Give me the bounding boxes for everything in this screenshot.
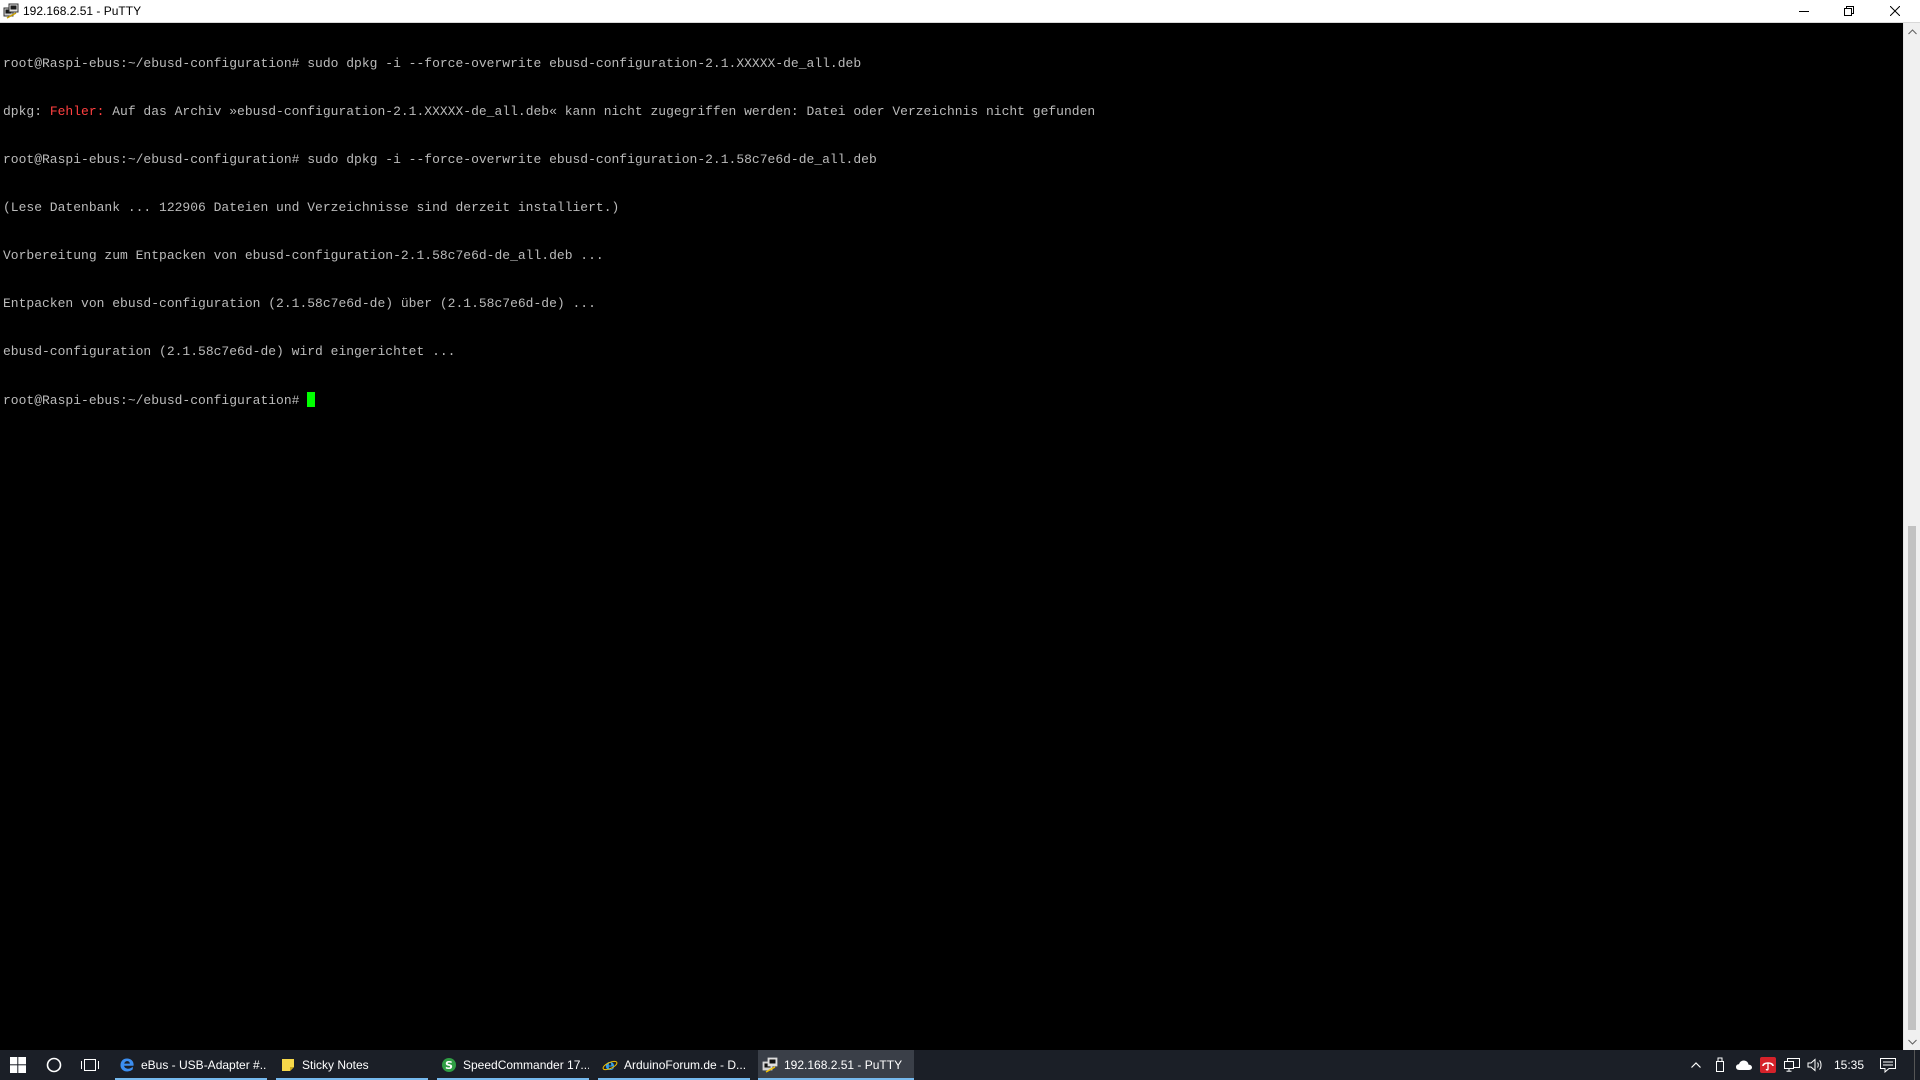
terminal-line: Vorbereitung zum Entpacken von ebusd-con… [3,248,604,263]
show-hidden-icons-button[interactable] [1686,1050,1706,1080]
taskbar-item-putty[interactable]: 192.168.2.51 - PuTTY [758,1050,914,1080]
restore-button[interactable] [1826,0,1872,22]
taskbar-clock[interactable]: 15:35 [1824,1050,1874,1080]
cortana-circle-icon [46,1057,62,1073]
error-label: Fehler: [49,104,105,119]
usb-device-tray-icon[interactable] [1710,1050,1730,1080]
scroll-thumb[interactable] [1908,526,1916,1030]
speaker-icon [1807,1058,1822,1072]
close-icon [1890,6,1900,16]
task-view-icon [81,1059,99,1071]
taskbar-item-label: eBus - USB-Adapter #... [141,1058,267,1072]
task-view-button[interactable] [72,1050,108,1080]
close-button[interactable] [1872,0,1918,22]
sticky-notes-icon [280,1057,296,1073]
terminal-line: (Lese Datenbank ... 122906 Dateien und V… [3,200,620,215]
terminal-line: root@Raspi-ebus:~/ebusd-configuration# s… [3,152,877,167]
cortana-button[interactable] [36,1050,72,1080]
chevron-up-icon [1907,28,1917,34]
scroll-down-button[interactable] [1904,1033,1920,1050]
cloud-icon [1736,1060,1752,1070]
terminal-line: root@Raspi-ebus:~/ebusd-configuration# s… [3,56,862,71]
speedcommander-icon: S [441,1057,457,1073]
window-title: 192.168.2.51 - PuTTY [23,4,142,18]
terminal-line: dpkg: Fehler: Auf das Archiv »ebusd-conf… [3,104,1095,120]
edge-icon [119,1057,135,1073]
minimize-button[interactable] [1781,0,1827,22]
terminal-line: ebusd-configuration (2.1.58c7e6d-de) wir… [3,344,456,359]
onedrive-tray-icon[interactable] [1733,1050,1755,1080]
terminal-area[interactable]: root@Raspi-ebus:~/ebusd-configuration# s… [0,23,1903,1050]
shell-prompt: root@Raspi-ebus:~/ebusd-configuration# [3,393,308,408]
taskbar-item-label: SpeedCommander 17... [463,1058,589,1072]
restore-icon [1844,6,1854,16]
usb-device-icon [1716,1057,1724,1072]
minimize-icon [1799,11,1809,12]
antivirus-tray-icon[interactable] [1757,1050,1779,1080]
svg-text:S: S [445,1059,453,1072]
terminal-text: dpkg: [3,104,50,119]
start-button[interactable] [0,1050,36,1080]
scroll-up-button[interactable] [1904,23,1920,40]
internet-explorer-icon: e [602,1057,618,1073]
window-title-bar[interactable]: 192.168.2.51 - PuTTY [0,0,1920,23]
taskbar-item-ebus-edge[interactable]: eBus - USB-Adapter #... [115,1050,267,1080]
notifications-icon [1880,1057,1896,1073]
taskbar: eBus - USB-Adapter #... Sticky Notes S S… [0,1050,1920,1080]
taskbar-item-label: 192.168.2.51 - PuTTY [784,1058,903,1072]
taskbar-item-label: ArduinoForum.de - D... [624,1058,747,1072]
volume-tray-icon[interactable] [1804,1050,1826,1080]
show-desktop-button[interactable] [1914,1050,1920,1080]
antivirus-umbrella-icon [1760,1057,1776,1073]
putty-icon[interactable] [3,3,19,19]
svg-text:e: e [605,1057,615,1073]
terminal-prompt-line[interactable]: root@Raspi-ebus:~/ebusd-configuration# [3,392,1095,408]
network-icon [1784,1058,1800,1072]
terminal-output: root@Raspi-ebus:~/ebusd-configuration# s… [3,24,1095,440]
action-center-button[interactable] [1876,1050,1900,1080]
taskbar-item-arduinoforum[interactable]: e ArduinoForum.de - D... [598,1050,750,1080]
network-tray-icon[interactable] [1781,1050,1803,1080]
windows-logo-icon [10,1057,26,1073]
taskbar-item-sticky-notes[interactable]: Sticky Notes [276,1050,428,1080]
terminal-line: Entpacken von ebusd-configuration (2.1.5… [3,296,596,311]
taskbar-item-label: Sticky Notes [302,1058,369,1072]
vertical-scrollbar[interactable] [1903,23,1920,1050]
terminal-text: Auf das Archiv »ebusd-configuration-2.1.… [104,104,1096,119]
text-cursor [307,392,316,407]
chevron-up-icon [1691,1062,1701,1068]
taskbar-item-speedcommander[interactable]: S SpeedCommander 17... [437,1050,589,1080]
putty-icon [762,1057,778,1073]
chevron-down-icon [1907,1039,1917,1045]
